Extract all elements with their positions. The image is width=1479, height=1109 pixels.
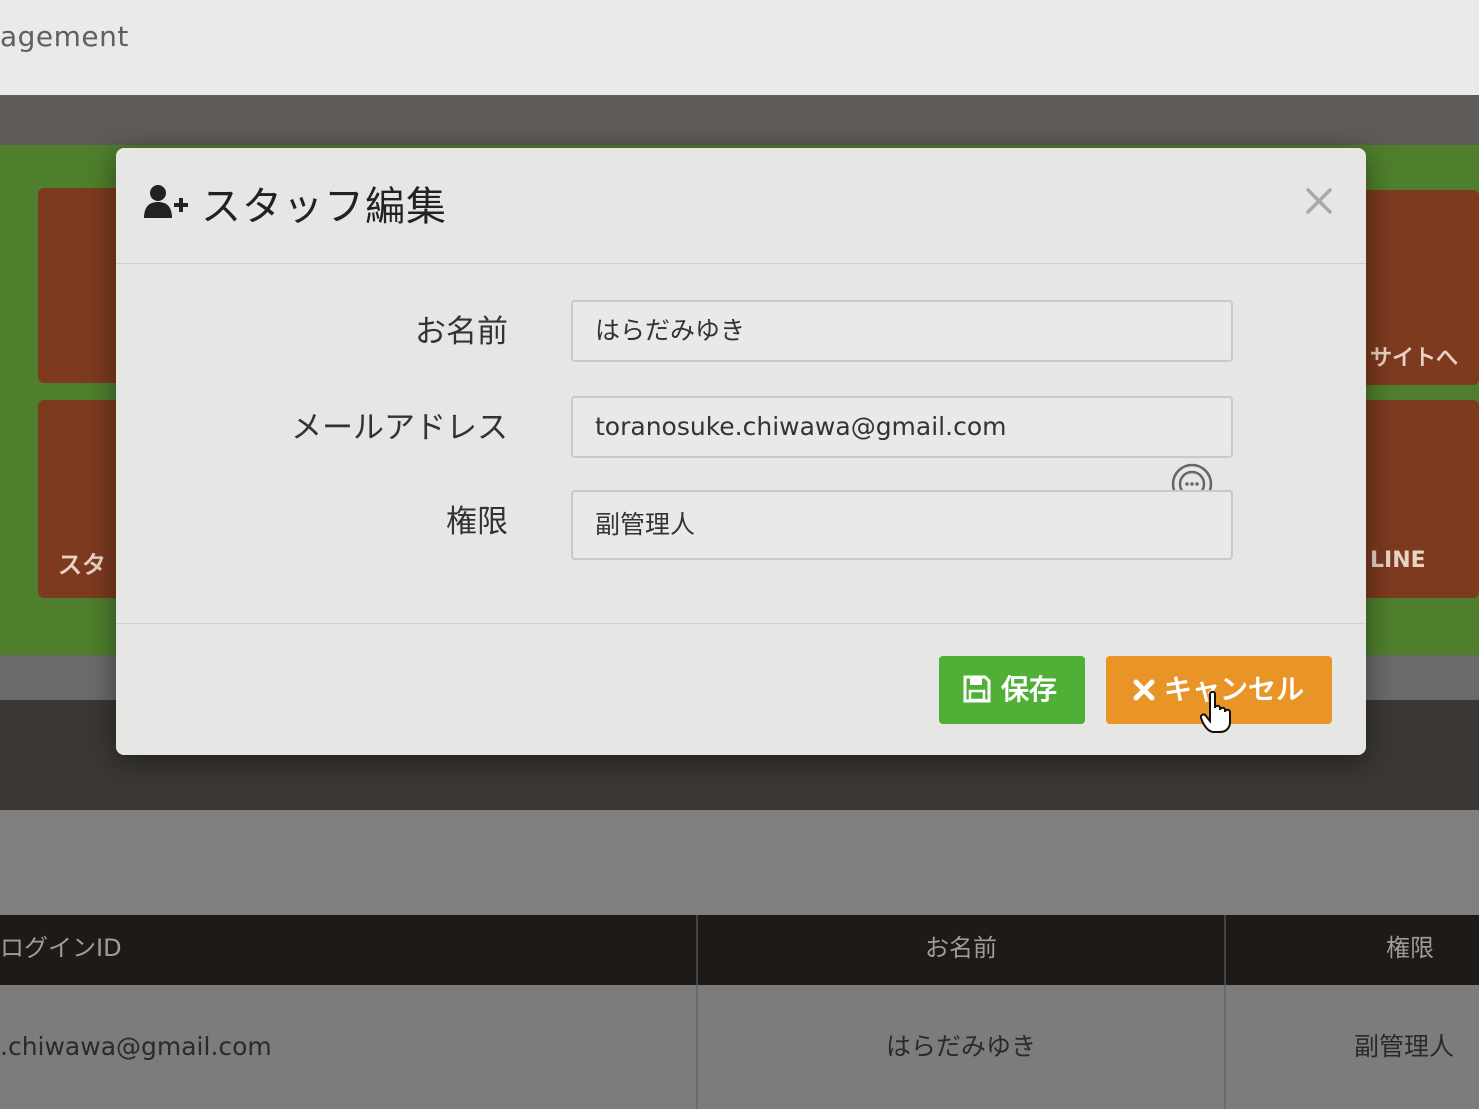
role-label: 権限	[446, 504, 508, 540]
role-field[interactable]: 副管理人	[571, 490, 1233, 560]
name-field[interactable]: はらだみゆき	[571, 300, 1233, 362]
cell-login-id: .chiwawa@gmail.com	[0, 985, 698, 1109]
user-plus-icon	[144, 185, 188, 218]
form-row-email: メールアドレス toranosuke.chiwawa@gmail.com	[116, 396, 1366, 460]
cell-role: 副管理人	[1353, 1032, 1454, 1061]
section-band	[0, 810, 1479, 915]
form-row-role: 権限 副管理人	[116, 490, 1366, 560]
tile-label: サイトへ	[1370, 346, 1459, 371]
tile-label: LINE	[1370, 548, 1426, 573]
cell-name: はらだみゆき	[698, 985, 1226, 1109]
column-header-name[interactable]: お名前	[698, 915, 1226, 985]
header-band	[0, 95, 1479, 145]
tile-label: スタ	[58, 551, 106, 579]
table-row[interactable]: .chiwawa@gmail.com はらだみゆき 副管理人	[0, 985, 1479, 1109]
dashboard-tile-line[interactable]: LINE	[1350, 400, 1479, 598]
email-field[interactable]: toranosuke.chiwawa@gmail.com	[571, 396, 1233, 458]
app-title: agement	[0, 20, 129, 53]
staff-edit-dialog: スタッフ編集 お名前 はらだみゆき メールアドレス toranosuke.chi…	[116, 148, 1366, 755]
dialog-header: スタッフ編集	[116, 148, 1366, 264]
dialog-title: スタッフ編集	[201, 184, 447, 230]
column-header-login-id[interactable]: ログインID	[0, 915, 698, 985]
floppy-disk-icon	[963, 675, 991, 703]
app-header: agement	[0, 0, 1479, 95]
name-label: お名前	[415, 314, 508, 350]
save-button-label: 保存	[1001, 673, 1058, 706]
column-header-role[interactable]: 権限	[1226, 915, 1479, 985]
hand-cursor-icon	[1200, 690, 1231, 733]
dashboard-tile-site[interactable]: サイトへ	[1350, 190, 1479, 385]
email-label: メールアドレス	[291, 410, 508, 446]
table-header: ログインID お名前 権限	[0, 915, 1479, 985]
close-icon	[1133, 679, 1155, 701]
cancel-button-label: キャンセル	[1164, 673, 1305, 706]
form-row-name: お名前 はらだみゆき	[116, 300, 1366, 505]
staff-table: ログインID お名前 権限 .chiwawa@gmail.com はらだみゆき …	[0, 915, 1479, 1109]
dialog-footer: 保存 キャンセル	[116, 623, 1366, 756]
close-icon[interactable]	[1302, 184, 1336, 218]
save-button[interactable]: 保存	[939, 656, 1085, 724]
